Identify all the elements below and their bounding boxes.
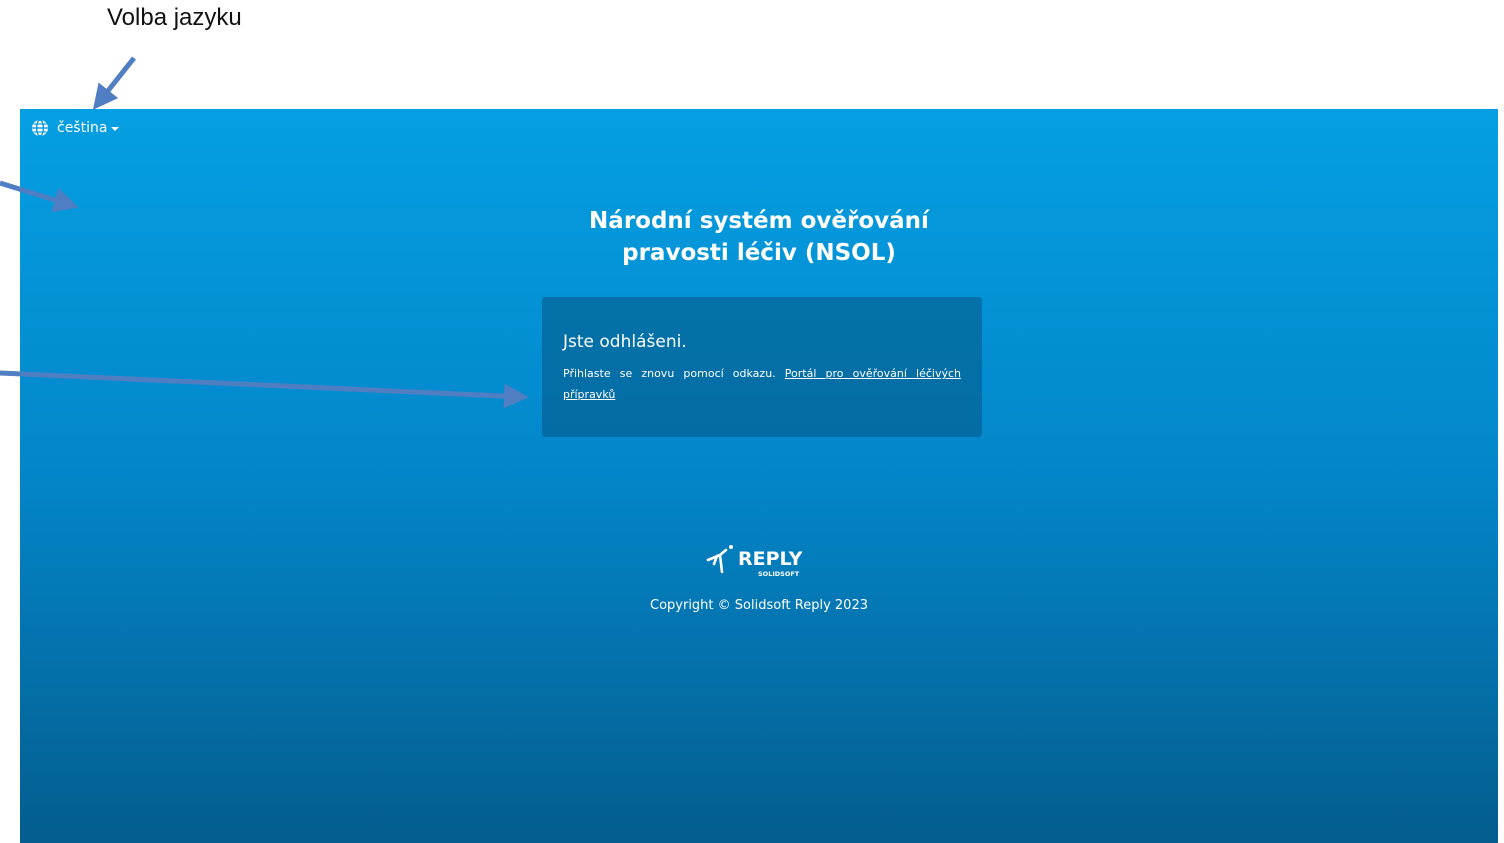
annotation-arrows: [0, 56, 529, 409]
annotation-arrow-language: [92, 56, 136, 110]
annotation-arrow-left: [0, 180, 79, 213]
annotation-arrow-panel: [0, 370, 529, 409]
